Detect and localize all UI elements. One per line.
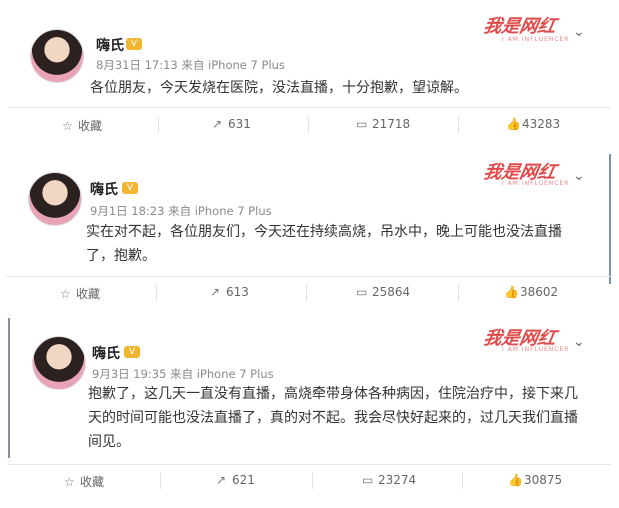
avatar[interactable] [28, 172, 82, 226]
repost-button[interactable]: ↗ 631 [212, 117, 251, 131]
weibo-post: 嗨氏 V 9月1日 18:23 来自 iPhone 7 Plus 实在对不起，各… [6, 154, 611, 314]
separator [462, 473, 463, 489]
favorite-button[interactable]: ☆ 收藏 [62, 117, 102, 134]
divider [8, 107, 611, 108]
content-line: 抱歉了，这几天一直没有直播，高烧牵带身体各种病因，住院治疗中，接下来几 [88, 386, 578, 402]
user-name[interactable]: 嗨氏 [96, 35, 124, 55]
favorite-label: 收藏 [78, 119, 103, 133]
comment-icon: ▭ [356, 285, 368, 299]
content-line: 天的时间可能也没法直播了，真的对不起。我会尽快好起来的，过几天我们直播 [88, 410, 578, 426]
comment-button[interactable]: ▭ 21718 [356, 117, 410, 131]
content-line: 了，抱歉。 [86, 248, 156, 264]
separator [156, 285, 157, 301]
favorite-button[interactable]: ☆ 收藏 [64, 473, 104, 490]
chevron-down-icon[interactable]: ⌄ [573, 24, 585, 40]
thumb-up-icon: 👍 [508, 473, 523, 487]
divider [8, 464, 611, 465]
repost-icon: ↗ [216, 473, 227, 487]
weibo-post: 嗨氏 V 8月31日 17:13 来自 iPhone 7 Plus 各位朋友，今… [8, 0, 611, 146]
content-line: 实在对不起，各位朋友们，今天还在持续高烧，吊水中，晚上可能也没法直播 [86, 224, 562, 240]
comment-button[interactable]: ▭ 23274 [362, 473, 416, 487]
comment-button[interactable]: ▭ 25864 [356, 285, 410, 299]
like-count: 43283 [522, 117, 561, 131]
avatar[interactable] [30, 29, 84, 83]
weibo-post: 嗨氏 V 9月3日 19:35 来自 iPhone 7 Plus 抱歉了，这几天… [8, 318, 611, 508]
comment-count: 23274 [378, 473, 417, 487]
star-icon: ☆ [62, 119, 73, 133]
post-content: 抱歉了，这几天一直没有直播，高烧牵带身体各种病因，住院治疗中，接下来几 天的时间… [88, 382, 603, 454]
like-button[interactable]: 👍43283 [506, 117, 560, 131]
chevron-down-icon[interactable]: ⌄ [573, 168, 585, 184]
separator [312, 473, 313, 489]
repost-count: 621 [232, 473, 255, 487]
separator [306, 285, 307, 301]
content-line: 各位朋友，今天发烧在医院，没法直播，十分抱歉，望谅解。 [90, 80, 468, 96]
border-line [609, 154, 611, 284]
separator [160, 473, 161, 489]
like-count: 38602 [520, 285, 559, 299]
user-name[interactable]: 嗨氏 [92, 343, 120, 363]
repost-count: 613 [226, 285, 249, 299]
avatar[interactable] [32, 336, 86, 390]
star-icon: ☆ [60, 287, 71, 301]
separator [458, 117, 459, 133]
post-meta: 9月1日 18:23 来自 iPhone 7 Plus [90, 204, 272, 218]
repost-icon: ↗ [210, 285, 221, 299]
post-meta: 9月3日 19:35 来自 iPhone 7 Plus [92, 367, 274, 381]
repost-button[interactable]: ↗ 613 [210, 285, 249, 299]
post-meta: 8月31日 17:13 来自 iPhone 7 Plus [96, 58, 285, 72]
chevron-down-icon[interactable]: ⌄ [573, 334, 585, 350]
post-content: 实在对不起，各位朋友们，今天还在持续高烧，吊水中，晚上可能也没法直播 了，抱歉。 [86, 220, 596, 268]
comment-count: 21718 [372, 117, 411, 131]
favorite-label: 收藏 [80, 475, 105, 489]
separator [458, 285, 459, 301]
comment-count: 25864 [372, 285, 411, 299]
comment-icon: ▭ [356, 117, 368, 131]
separator [308, 117, 309, 133]
favorite-label: 收藏 [76, 287, 101, 301]
watermark-logo: 我是网红 [481, 16, 558, 37]
thumb-up-icon: 👍 [504, 285, 519, 299]
thumb-up-icon: 👍 [506, 117, 521, 131]
like-button[interactable]: 👍38602 [504, 285, 558, 299]
star-icon: ☆ [64, 475, 75, 489]
watermark-subtitle: I AM INFLUENCER [502, 346, 570, 353]
divider [6, 276, 611, 277]
repost-button[interactable]: ↗ 621 [216, 473, 255, 487]
border-line [8, 318, 10, 458]
repost-count: 631 [228, 117, 251, 131]
verified-badge-icon: V [126, 38, 142, 50]
watermark-subtitle: I AM INFLUENCER [502, 180, 570, 187]
watermark-subtitle: I AM INFLUENCER [502, 36, 570, 43]
post-content: 各位朋友，今天发烧在医院，没法直播，十分抱歉，望谅解。 [90, 76, 590, 100]
separator [158, 117, 159, 133]
comment-icon: ▭ [362, 473, 374, 487]
like-count: 30875 [524, 473, 563, 487]
user-name[interactable]: 嗨氏 [90, 179, 118, 199]
content-line: 间见。 [88, 434, 130, 450]
verified-badge-icon: V [124, 346, 140, 358]
repost-icon: ↗ [212, 117, 223, 131]
like-button[interactable]: 👍30875 [508, 473, 562, 487]
favorite-button[interactable]: ☆ 收藏 [60, 285, 100, 302]
verified-badge-icon: V [122, 182, 138, 194]
